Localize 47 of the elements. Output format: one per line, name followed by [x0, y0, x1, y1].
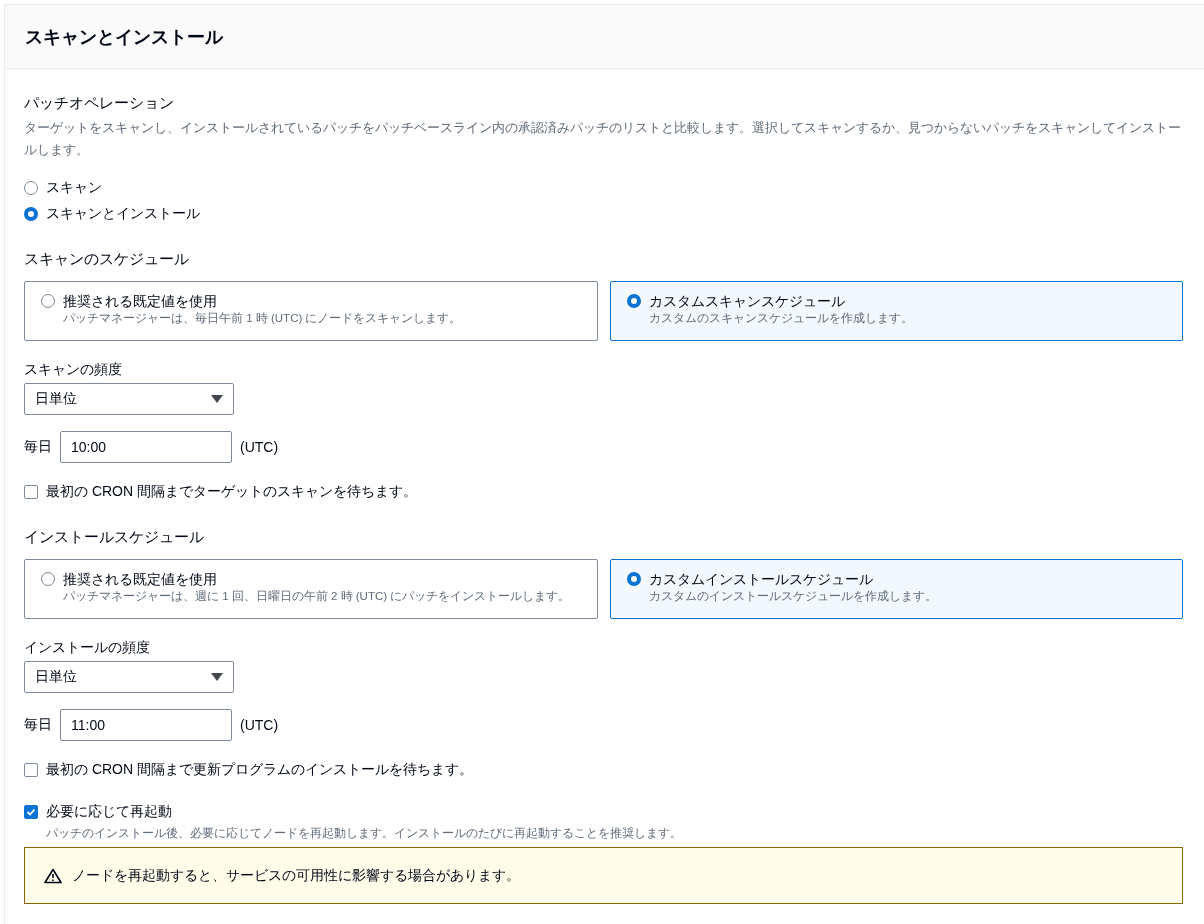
- check-icon: [26, 807, 36, 817]
- warning-text: ノードを再起動すると、サービスの可用性に影響する場合があります。: [72, 866, 520, 885]
- radio-button[interactable]: [24, 181, 38, 195]
- radio-button[interactable]: [41, 572, 55, 586]
- checkbox-description: パッチのインストール後、必要に応じてノードを再起動します。インストールのたびに再起動することを推奨します。: [45, 826, 683, 841]
- section-description: ターゲットをスキャンし、インストールされているパッチをパッチベースライン内の承認済みパッチのリストと比較します。選択してスキャンするか、見つからないパッチをスキャンしてインストールします。: [24, 119, 1182, 159]
- timezone-label: (UTC): [240, 439, 279, 455]
- checkbox-label: 必要に応じて再起動: [46, 803, 172, 821]
- checkbox-label: 最初の CRON 間隔までターゲットのスキャンを待ちます。: [46, 483, 417, 501]
- field-label: インストールの頻度: [24, 638, 151, 657]
- checkbox-label: 最初の CRON 間隔まで更新プログラムのインストールを待ちます。: [46, 761, 473, 779]
- card-title: 推奨される既定値を使用: [63, 292, 218, 310]
- option-card[interactable]: 推奨される既定値を使用 パッチマネージャーは、週に 1 回、日曜日の午前 2 時 (UTC) にパッチをインストールします。: [24, 559, 598, 619]
- radio-button[interactable]: [626, 294, 641, 308]
- frequency-select[interactable]: 日単位: [24, 661, 234, 693]
- card-description: パッチマネージャーは、週に 1 回、日曜日の午前 2 時 (UTC) にパッチをインストールします。: [63, 589, 571, 604]
- radio-button[interactable]: [41, 294, 55, 308]
- time-input[interactable]: 10:00: [60, 431, 232, 463]
- radio-label: スキャンとインストール: [46, 205, 200, 223]
- card-description: パッチマネージャーは、毎日午前 1 時 (UTC) にノードをスキャンします。: [63, 311, 462, 326]
- time-input[interactable]: 11:00: [60, 709, 232, 741]
- timezone-label: (UTC): [240, 717, 279, 733]
- card-description: カスタムのスキャンスケジュールを作成します。: [648, 311, 913, 326]
- radio-button[interactable]: [24, 207, 38, 221]
- frequency-select[interactable]: 日単位: [24, 383, 234, 415]
- checkbox[interactable]: [24, 485, 38, 499]
- checkbox[interactable]: [24, 805, 38, 819]
- card-title: カスタムインストールスケジュール: [648, 570, 874, 588]
- card-description: カスタムのインストールスケジュールを作成します。: [648, 589, 937, 604]
- section-label: スキャンのスケジュール: [24, 249, 190, 269]
- section-label: パッチオペレーション: [24, 93, 175, 113]
- card-title: カスタムスキャンスケジュール: [648, 292, 846, 310]
- option-card[interactable]: 推奨される既定値を使用 パッチマネージャーは、毎日午前 1 時 (UTC) にノードをスキャンします。: [24, 281, 598, 341]
- caret-icon: [211, 673, 223, 681]
- checkbox[interactable]: [24, 763, 38, 777]
- card-title: 推奨される既定値を使用: [63, 570, 218, 588]
- option-card[interactable]: カスタムインストールスケジュール カスタムのインストールスケジュールを作成します。: [609, 559, 1183, 619]
- panel-title: スキャンとインストール: [25, 25, 223, 49]
- radio-label: スキャン: [46, 179, 102, 197]
- warning-icon: [44, 867, 62, 884]
- field-label: 毎日: [24, 438, 52, 456]
- field-label: スキャンの頻度: [24, 360, 123, 379]
- option-card[interactable]: カスタムスキャンスケジュール カスタムのスキャンスケジュールを作成します。: [609, 281, 1183, 341]
- field-label: 毎日: [24, 716, 52, 734]
- caret-icon: [211, 395, 223, 403]
- radio-button[interactable]: [626, 572, 641, 586]
- section-label: インストールスケジュール: [24, 527, 205, 547]
